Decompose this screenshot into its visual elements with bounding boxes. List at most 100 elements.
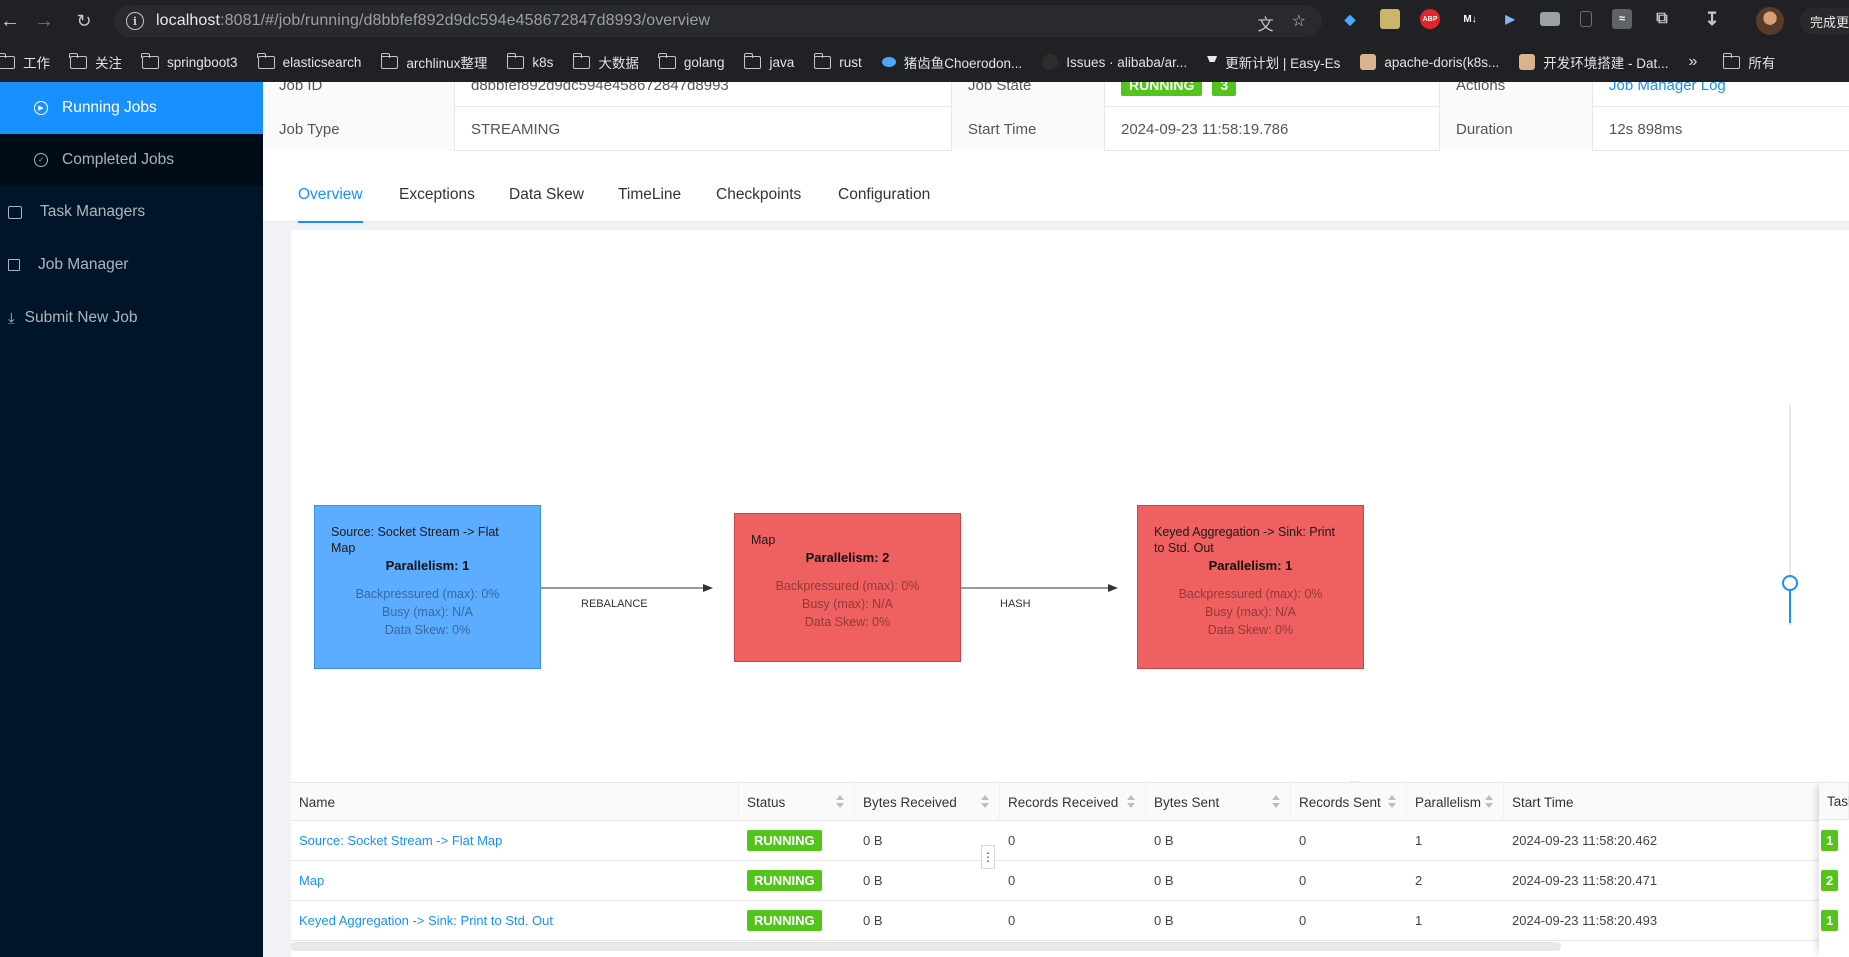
bookmark-folder[interactable]: 大数据: [572, 52, 639, 72]
image-extension-icon[interactable]: [1380, 9, 1400, 29]
more-bookmarks-icon[interactable]: »: [1688, 53, 1697, 71]
bookmark-label: 所有: [1748, 56, 1776, 71]
bookmark-folder[interactable]: java: [743, 52, 794, 70]
bookmark-label: rust: [839, 54, 862, 70]
translate-icon[interactable]: 文: [1258, 11, 1274, 35]
edge-label-rebalance: REBALANCE: [581, 598, 648, 610]
bookmark-link[interactable]: 猪齿鱼Choerodon...: [881, 52, 1022, 72]
node-backpressured: Backpressured (max): 0%: [355, 587, 500, 601]
node-name: Source: Socket Stream -> Flat Map: [331, 525, 499, 555]
play-extension-icon[interactable]: ▶: [1500, 9, 1520, 29]
sidebar-item-job-manager[interactable]: Job Manager: [0, 239, 263, 291]
check-circle-icon: ✓: [34, 153, 48, 167]
sort-icon[interactable]: [1272, 795, 1280, 809]
bookmark-label: apache-doris(k8s...: [1384, 54, 1500, 70]
bookmark-folder[interactable]: archlinux整理: [380, 52, 487, 72]
folder-icon: [572, 52, 591, 69]
folder-icon: [813, 52, 832, 69]
sidebar-item-label: Submit New Job: [24, 309, 138, 326]
sidebar-item-completed-jobs[interactable]: ✓ Completed Jobs: [0, 134, 263, 186]
column-header-bytes-sent[interactable]: Bytes Sent: [1146, 783, 1291, 821]
cell-records-received: 0: [1008, 873, 1016, 888]
puzzle-extensions-icon[interactable]: ⧉: [1652, 9, 1672, 29]
horizontal-scrollbar[interactable]: [291, 942, 1561, 951]
bookmark-label: 更新计划 | Easy-Es: [1225, 56, 1341, 71]
vertex-name-link[interactable]: Map: [299, 873, 324, 888]
briefcase-extension-icon[interactable]: [1540, 12, 1560, 26]
column-header-records-received[interactable]: Records Received: [1000, 783, 1146, 821]
cell-tasks: 1: [1819, 901, 1849, 940]
sort-icon[interactable]: [1127, 795, 1135, 809]
vertex-table: Name Status Bytes Received Records Recei…: [291, 782, 1849, 957]
tab-data-skew[interactable]: Data Skew: [509, 168, 584, 222]
cell-name: Map: [291, 861, 731, 900]
markdown-extension-icon[interactable]: M↓: [1460, 9, 1480, 29]
bookmark-link[interactable]: 开发环境搭建 - Dat...: [1519, 52, 1668, 72]
site-info-icon[interactable]: i: [126, 12, 144, 30]
adblock-icon[interactable]: ABP: [1420, 9, 1440, 29]
graph-node-source[interactable]: Source: Socket Stream -> Flat Map Parall…: [314, 505, 541, 669]
zoom-slider-handle[interactable]: [1782, 575, 1798, 591]
column-header-parallelism[interactable]: Parallelism: [1407, 783, 1504, 821]
job-manager-log-link[interactable]: Job Manager Log: [1609, 82, 1726, 94]
browser-toolbar: ← → ↻ i localhost:8081/#/job/running/d8b…: [0, 0, 1849, 42]
table-row[interactable]: Source: Socket Stream -> Flat Map RUNNIN…: [291, 821, 1849, 861]
tab-overview[interactable]: Overview: [298, 168, 363, 223]
easy-es-icon: [1207, 56, 1218, 68]
url-text[interactable]: localhost:8081/#/job/running/d8bbfef892d…: [156, 12, 710, 30]
bookmark-folder[interactable]: k8s: [506, 52, 553, 70]
column-header-tasks[interactable]: Tasks: [1819, 782, 1849, 820]
job-graph[interactable]: REBALANCE HASH Source: Socket Stream -> …: [291, 230, 1849, 786]
gem-extension-icon[interactable]: ◆: [1340, 9, 1360, 29]
bookmark-label: 关注: [95, 56, 122, 71]
bookmark-folder[interactable]: elasticsearch: [256, 52, 361, 70]
bookmark-link[interactable]: 更新计划 | Easy-Es: [1207, 52, 1340, 72]
bookmark-folder[interactable]: rust: [813, 52, 862, 70]
actions-label: Actions: [1440, 82, 1593, 107]
bookmark-folder[interactable]: springboot3: [141, 52, 238, 70]
cell-status: RUNNING: [739, 821, 855, 860]
bookmark-link[interactable]: Issues · alibaba/ar...: [1042, 54, 1187, 70]
tab-timeline[interactable]: TimeLine: [618, 168, 681, 222]
column-header-name[interactable]: Name: [291, 783, 739, 821]
download-icon[interactable]: ↧: [1702, 9, 1722, 29]
bookmark-folder[interactable]: 所有: [1722, 52, 1776, 72]
update-button[interactable]: 完成更: [1800, 8, 1849, 34]
column-header-start-time[interactable]: Start Time: [1504, 783, 1819, 821]
graph-node-map[interactable]: Map Parallelism: 2 Backpressured (max): …: [734, 513, 961, 662]
bookmark-folder[interactable]: golang: [658, 52, 724, 70]
tab-configuration[interactable]: Configuration: [838, 168, 930, 222]
table-row[interactable]: Map RUNNING 0 B 0 0 B 0 2 2024-09-23 11:…: [291, 861, 1849, 901]
sort-icon[interactable]: [1388, 795, 1396, 809]
address-bar[interactable]: i localhost:8081/#/job/running/d8bbfef89…: [114, 5, 1322, 37]
profile-avatar[interactable]: [1756, 7, 1784, 35]
vertex-name-link[interactable]: Source: Socket Stream -> Flat Map: [299, 833, 502, 848]
column-header-status[interactable]: Status: [739, 783, 855, 821]
row-menu-icon[interactable]: ⋮: [981, 845, 995, 869]
reload-icon[interactable]: ↻: [66, 3, 102, 39]
sidebar-item-submit-new-job[interactable]: ⤓ Submit New Job: [0, 292, 263, 344]
sort-icon[interactable]: [981, 795, 989, 809]
tab-exceptions[interactable]: Exceptions: [399, 168, 475, 222]
bookmark-star-icon[interactable]: ☆: [1292, 11, 1306, 35]
bookmark-link[interactable]: apache-doris(k8s...: [1360, 54, 1499, 70]
tab-checkpoints[interactable]: Checkpoints: [716, 168, 801, 222]
sort-icon[interactable]: [1485, 795, 1493, 809]
cell-name: Source: Socket Stream -> Flat Map: [291, 821, 731, 860]
bookmark-folder[interactable]: 关注: [69, 52, 122, 72]
column-header-bytes-received[interactable]: Bytes Received: [855, 783, 1000, 821]
column-header-records-sent[interactable]: Records Sent: [1291, 783, 1407, 821]
sidebar-item-running-jobs[interactable]: ▶ Running Jobs: [0, 82, 263, 134]
graph-node-sink[interactable]: Keyed Aggregation -> Sink: Print to Std.…: [1137, 505, 1364, 669]
cell-records-received: 0: [1008, 913, 1016, 928]
bookmark-extension-icon[interactable]: [1580, 11, 1592, 27]
sidebar-item-task-managers[interactable]: Task Managers: [0, 186, 263, 238]
bookmark-folder[interactable]: 工作: [0, 52, 50, 72]
header-label: Records Received: [1008, 794, 1119, 810]
forward-icon[interactable]: →: [26, 3, 62, 39]
back-icon[interactable]: ←: [0, 3, 28, 39]
vertex-name-link[interactable]: Keyed Aggregation -> Sink: Print to Std.…: [299, 913, 553, 928]
sort-icon[interactable]: [836, 795, 844, 809]
table-row[interactable]: Keyed Aggregation -> Sink: Print to Std.…: [291, 901, 1849, 941]
rss-extension-icon[interactable]: ≈: [1612, 9, 1632, 29]
